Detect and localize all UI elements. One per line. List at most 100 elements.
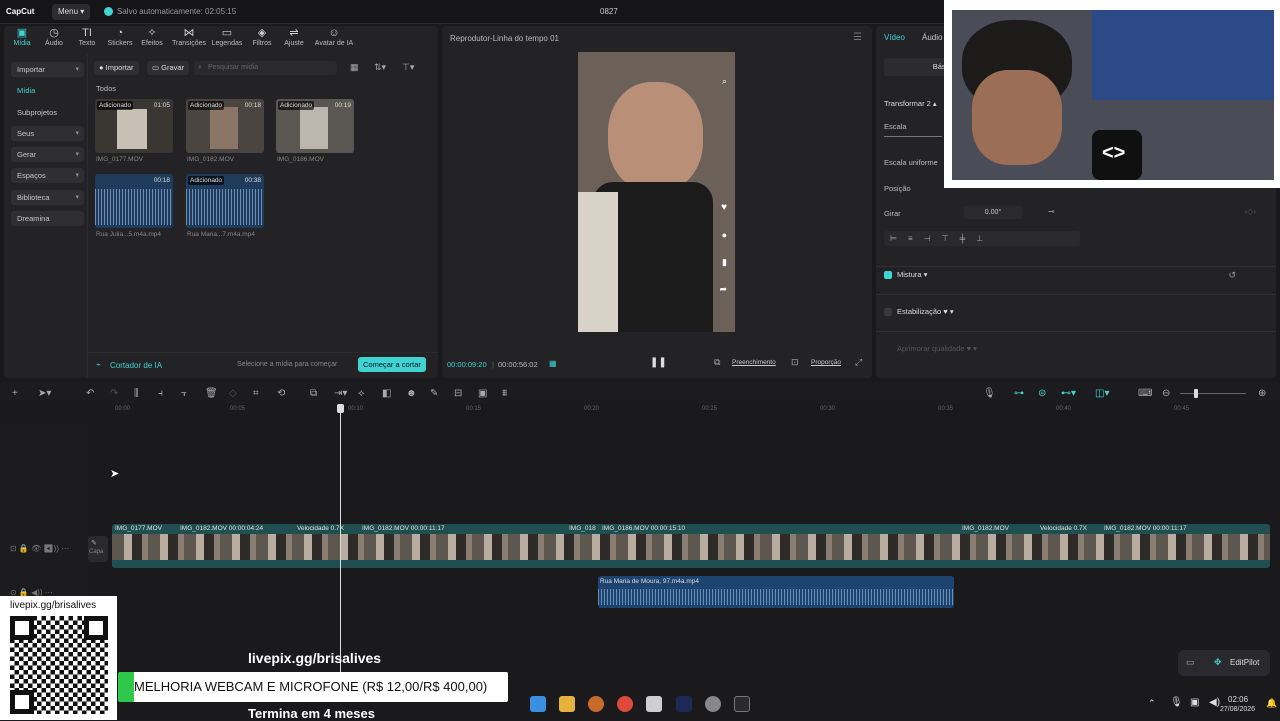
- fullscreen-icon[interactable]: ⤢: [855, 357, 862, 368]
- undo-icon[interactable]: ↶: [86, 388, 94, 399]
- freeze-icon[interactable]: ⟲: [277, 388, 285, 399]
- delete-icon[interactable]: 🗑: [205, 388, 218, 399]
- file-explorer-icon[interactable]: [559, 696, 575, 712]
- ratio-button[interactable]: Proporção: [811, 359, 841, 366]
- tab-audio[interactable]: Áudio: [922, 33, 942, 42]
- track-lock-icon[interactable]: ⊡ 🔒 👁 ◀)) ⋯: [10, 544, 69, 553]
- audio-clip[interactable]: Rua Maria de Moura, 97.m4a.mp4: [598, 576, 954, 608]
- ratio-icon[interactable]: ⊡: [791, 357, 799, 368]
- export-frame-icon[interactable]: ⧉: [310, 388, 317, 399]
- media-thumb[interactable]: Adicionado 01:05: [95, 99, 173, 153]
- snap-icon[interactable]: ⊜: [1038, 388, 1046, 399]
- photoshop-icon[interactable]: [676, 696, 692, 712]
- zoom-in-icon[interactable]: ⊕: [1258, 388, 1266, 399]
- playhead-handle[interactable]: [337, 404, 344, 413]
- caption-icon[interactable]: ⊟: [454, 388, 462, 399]
- reverse-icon[interactable]: ⟡: [358, 388, 365, 399]
- fill-icon[interactable]: ⧉: [714, 357, 720, 368]
- sidebar-item-library[interactable]: Biblioteca ▾: [11, 190, 84, 205]
- record-button[interactable]: ▭ Gravar: [147, 61, 190, 75]
- start-cutting-button[interactable]: Começar a cortar: [358, 357, 426, 372]
- video-track[interactable]: IMG_0177.MOV IMG_0182.MOV 00:00:04:24 Ve…: [112, 524, 1270, 568]
- sidebar-item-yours[interactable]: Seus ▾: [11, 126, 84, 141]
- notes-icon[interactable]: [646, 696, 662, 712]
- pause-icon[interactable]: ❚❚: [650, 357, 667, 368]
- cursor-icon[interactable]: ➤▾: [38, 388, 51, 399]
- image-icon[interactable]: ▣: [478, 388, 487, 399]
- zoom-out-icon[interactable]: ⊖: [1162, 388, 1170, 399]
- rotate-input[interactable]: 0.00°: [964, 206, 1022, 219]
- caption-edit-icon[interactable]: ⌨: [1138, 388, 1152, 399]
- brave-icon[interactable]: [588, 696, 604, 712]
- tab-transitions[interactable]: ⋈ Transições: [169, 26, 209, 47]
- transform-header[interactable]: Transformar 2 ▴: [884, 99, 937, 108]
- tab-adjust[interactable]: ⇌ Ajuste: [274, 26, 314, 47]
- capcut-taskbar-icon[interactable]: [734, 696, 750, 712]
- fill-button[interactable]: Preenchimento: [732, 359, 776, 366]
- microphone-icon[interactable]: 🎙: [983, 388, 996, 399]
- split-right-icon[interactable]: ⫟: [181, 388, 187, 399]
- media-thumb[interactable]: Adicionado 00:19: [276, 99, 354, 153]
- media-thumb[interactable]: Adicionado 00:18: [186, 99, 264, 153]
- split-icon[interactable]: ⫼: [134, 388, 139, 399]
- sidebar-item-import[interactable]: Importar ▾: [11, 62, 84, 77]
- time-ruler[interactable]: 00:00 00:05 00:10 00:15 00:20 00:25 00:3…: [112, 404, 1280, 418]
- audio-thumb[interactable]: 00:18: [95, 174, 173, 228]
- sidebar-item-generate[interactable]: Gerar ▾: [11, 147, 84, 162]
- tab-captions[interactable]: ▭ Legendas: [207, 26, 247, 47]
- mirror-icon[interactable]: ◧: [382, 388, 391, 399]
- blend-checkbox[interactable]: [884, 271, 892, 279]
- import-button[interactable]: ● Importar: [94, 61, 139, 75]
- sidebar-item-media[interactable]: Mídia: [11, 83, 84, 98]
- reset-icon[interactable]: ↺: [1228, 270, 1236, 281]
- clock-date[interactable]: 27/08/2026: [1220, 706, 1255, 713]
- playhead[interactable]: [340, 404, 341, 684]
- shield-icon[interactable]: ◇: [229, 388, 237, 399]
- grid-icon[interactable]: ▦: [549, 359, 557, 368]
- monitor-icon[interactable]: ▣: [1190, 697, 1199, 708]
- tab-ai-avatar[interactable]: ☺ Avatar de IA: [309, 26, 359, 47]
- microphone-tray-icon[interactable]: 🎙: [1170, 697, 1183, 708]
- enhance-header[interactable]: Aprimorar qualidade ♥ ▾: [897, 344, 977, 353]
- align-buttons[interactable]: ⊨≡⊣⊤╪⊥: [884, 231, 1080, 246]
- zoom-slider[interactable]: [1180, 393, 1246, 394]
- preview-axis-icon[interactable]: ◫▾: [1095, 388, 1109, 399]
- video-preview[interactable]: ⌕ ♥ ● ▮ ➦: [578, 52, 735, 332]
- magic-icon[interactable]: ✎: [430, 388, 438, 399]
- audio-split-icon[interactable]: ⩩: [502, 388, 507, 399]
- sidebar-item-subprojects[interactable]: Subprojetos: [11, 105, 84, 120]
- split-left-icon[interactable]: ⫞: [158, 388, 163, 399]
- obs-icon[interactable]: [705, 696, 721, 712]
- filter-icon[interactable]: ⊤▾: [402, 62, 414, 73]
- sidebar-item-dreamina[interactable]: Dreamina: [11, 211, 84, 226]
- zoom-slider-handle[interactable]: [1194, 389, 1198, 398]
- grid-view-icon[interactable]: ▦: [350, 62, 359, 73]
- windows-start-icon[interactable]: [530, 696, 546, 712]
- blend-header[interactable]: Mistura ▾: [897, 270, 927, 279]
- ai-cutout-icon[interactable]: ☻: [406, 388, 417, 399]
- add-icon[interactable]: +: [12, 388, 18, 399]
- rotate-reset-icon[interactable]: ⊸: [1048, 207, 1055, 216]
- sort-icon[interactable]: ⇅▾: [374, 62, 386, 73]
- menu-lines-icon[interactable]: ☰: [853, 32, 862, 43]
- sidebar-item-spaces[interactable]: Espaços ▾: [11, 168, 84, 183]
- tab-effects[interactable]: ✧ Efeitos: [132, 26, 172, 47]
- link-icon[interactable]: ⊷▾: [1061, 388, 1076, 399]
- scale-slider[interactable]: [884, 136, 942, 137]
- chrome-icon[interactable]: [617, 696, 633, 712]
- speed-icon[interactable]: ⇥▾: [334, 388, 347, 399]
- menu-button[interactable]: Menu ▾: [52, 4, 91, 20]
- stabilization-header[interactable]: Estabilização ♥ ▾: [897, 307, 954, 316]
- notification-icon[interactable]: 🔔: [1266, 698, 1277, 709]
- redo-icon[interactable]: ↷: [110, 388, 118, 399]
- tab-video[interactable]: Vídeo: [884, 33, 905, 42]
- stabilization-checkbox[interactable]: [884, 308, 892, 316]
- audio-thumb[interactable]: Adicionado 00:38: [186, 174, 264, 228]
- cover-button[interactable]: ✎ Capa: [88, 536, 108, 562]
- chevron-up-icon[interactable]: ⌃: [1148, 698, 1156, 709]
- search-input[interactable]: ⌕ Pesquisar mídia: [194, 61, 337, 75]
- clock-time[interactable]: 02:06: [1228, 695, 1248, 704]
- link-main-icon[interactable]: ⊶: [1014, 388, 1024, 399]
- editpilot-widget[interactable]: ▭ ✥ EditPilot: [1178, 650, 1270, 676]
- keyframe-icon[interactable]: ‹◇›: [1245, 207, 1256, 216]
